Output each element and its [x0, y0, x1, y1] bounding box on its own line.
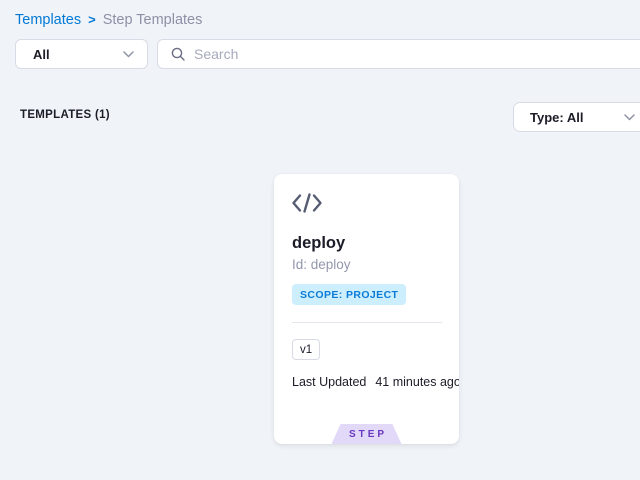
template-id: Id: deploy [292, 257, 351, 272]
search-box[interactable] [157, 39, 640, 69]
templates-count-label: TEMPLATES (1) [20, 109, 110, 121]
last-updated-row: Last Updated 41 minutes ago [292, 375, 459, 389]
step-type-badge: STEP [332, 424, 402, 444]
breadcrumb: Templates > Step Templates [15, 12, 202, 28]
code-icon [291, 192, 323, 214]
type-filter-value: Type: All [530, 110, 583, 125]
chevron-down-icon [624, 114, 635, 121]
search-icon [170, 46, 186, 62]
scope-badge: SCOPE: PROJECT [292, 284, 406, 305]
search-input[interactable] [194, 46, 640, 62]
template-card-deploy[interactable]: deploy Id: deploy SCOPE: PROJECT v1 Last… [274, 174, 459, 444]
last-updated-value: 41 minutes ago [375, 375, 459, 389]
scope-filter-value: All [33, 47, 50, 62]
version-chip[interactable]: v1 [292, 339, 320, 360]
breadcrumb-current-page: Step Templates [103, 12, 203, 28]
type-filter-dropdown[interactable]: Type: All [513, 102, 640, 132]
chevron-down-icon [123, 51, 134, 58]
scope-filter-dropdown[interactable]: All [15, 39, 148, 69]
template-title: deploy [292, 234, 345, 253]
card-divider [292, 322, 442, 323]
breadcrumb-link-templates[interactable]: Templates [15, 12, 81, 28]
breadcrumb-separator-icon: > [88, 12, 96, 27]
last-updated-label: Last Updated [292, 375, 366, 389]
